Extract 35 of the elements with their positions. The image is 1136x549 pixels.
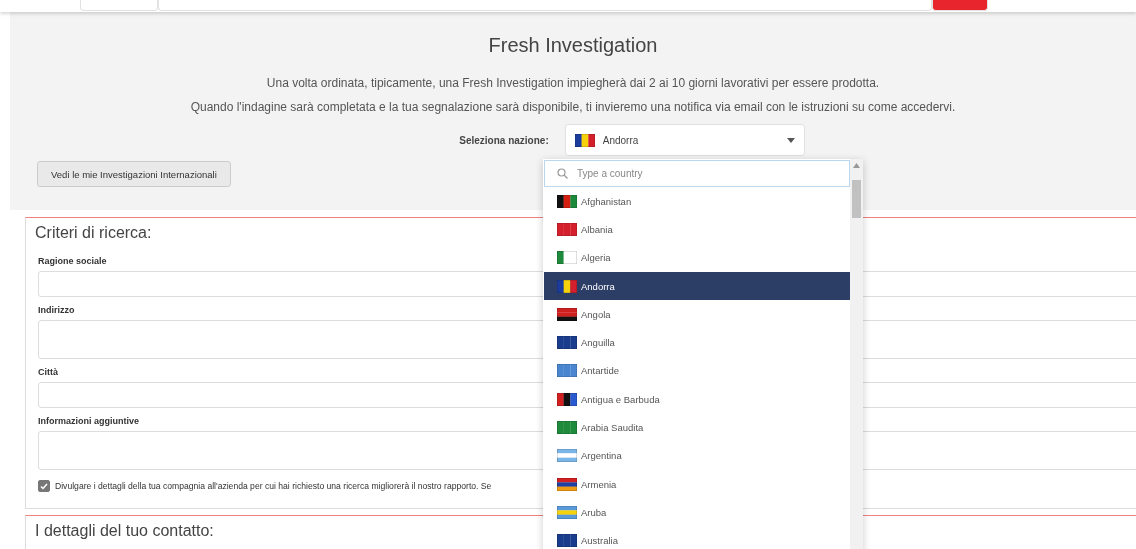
- flag-icon: [557, 194, 577, 208]
- country-search-field[interactable]: Type a country: [544, 160, 850, 187]
- flag-icon: [557, 279, 577, 293]
- flag-icon: [557, 251, 577, 265]
- flag-icon: [557, 364, 577, 378]
- section-title: Criteri di ricerca:: [35, 223, 152, 243]
- flag-icon: [557, 477, 577, 491]
- field-label: Informazioni aggiuntive: [38, 416, 139, 426]
- intro-text: Una volta ordinata, tipicamente, una Fresh Investigation impiegherà dai 2 ai 10 giorni lavorativi per essere prodotta.: [266, 75, 880, 91]
- scroll-up-icon[interactable]: [853, 163, 860, 168]
- flag-icon: [557, 505, 577, 519]
- scrollbar[interactable]: [850, 159, 863, 549]
- flag-icon: [557, 307, 577, 321]
- section-title: I dettagli del tuo contatto:: [35, 521, 214, 541]
- checkbox-label: Divulgare i dettagli della tua compagnia all'azienda per cui hai richiesto una ricerca migliorerà il nostro rapporto. Se: [55, 481, 492, 491]
- flag-icon: [557, 392, 577, 406]
- flag-icon: [557, 421, 577, 434]
- field-label: Indirizzo: [38, 305, 75, 315]
- page-title: Fresh Investigation: [488, 34, 658, 57]
- intro-text: Quando l'indagine sarà completata e la tua segnalazione sarà disponibile, ti invieremo una notifica via email con le istruzioni su come accedervi.: [190, 99, 956, 115]
- flag-icon: [557, 449, 577, 463]
- my-investigations-button[interactable]: Vedi le mie Investigazioni Internazionali: [37, 161, 231, 187]
- flag-icon: [557, 534, 577, 548]
- scroll-thumb[interactable]: [852, 180, 861, 218]
- search-icon: [557, 168, 568, 179]
- caret-icon: [786, 137, 795, 143]
- field-label: Ragione sociale: [38, 256, 107, 266]
- flag-icon: [557, 222, 577, 236]
- flag-icon: [557, 336, 577, 350]
- flag-icon: [574, 133, 595, 147]
- field-label: Città: [38, 367, 58, 377]
- country-select[interactable]: Andorra: [564, 124, 805, 156]
- country-option[interactable]: Andorra: [544, 271, 850, 301]
- checkbox[interactable]: [38, 480, 50, 492]
- country-label: Seleziona nazione:: [459, 134, 549, 146]
